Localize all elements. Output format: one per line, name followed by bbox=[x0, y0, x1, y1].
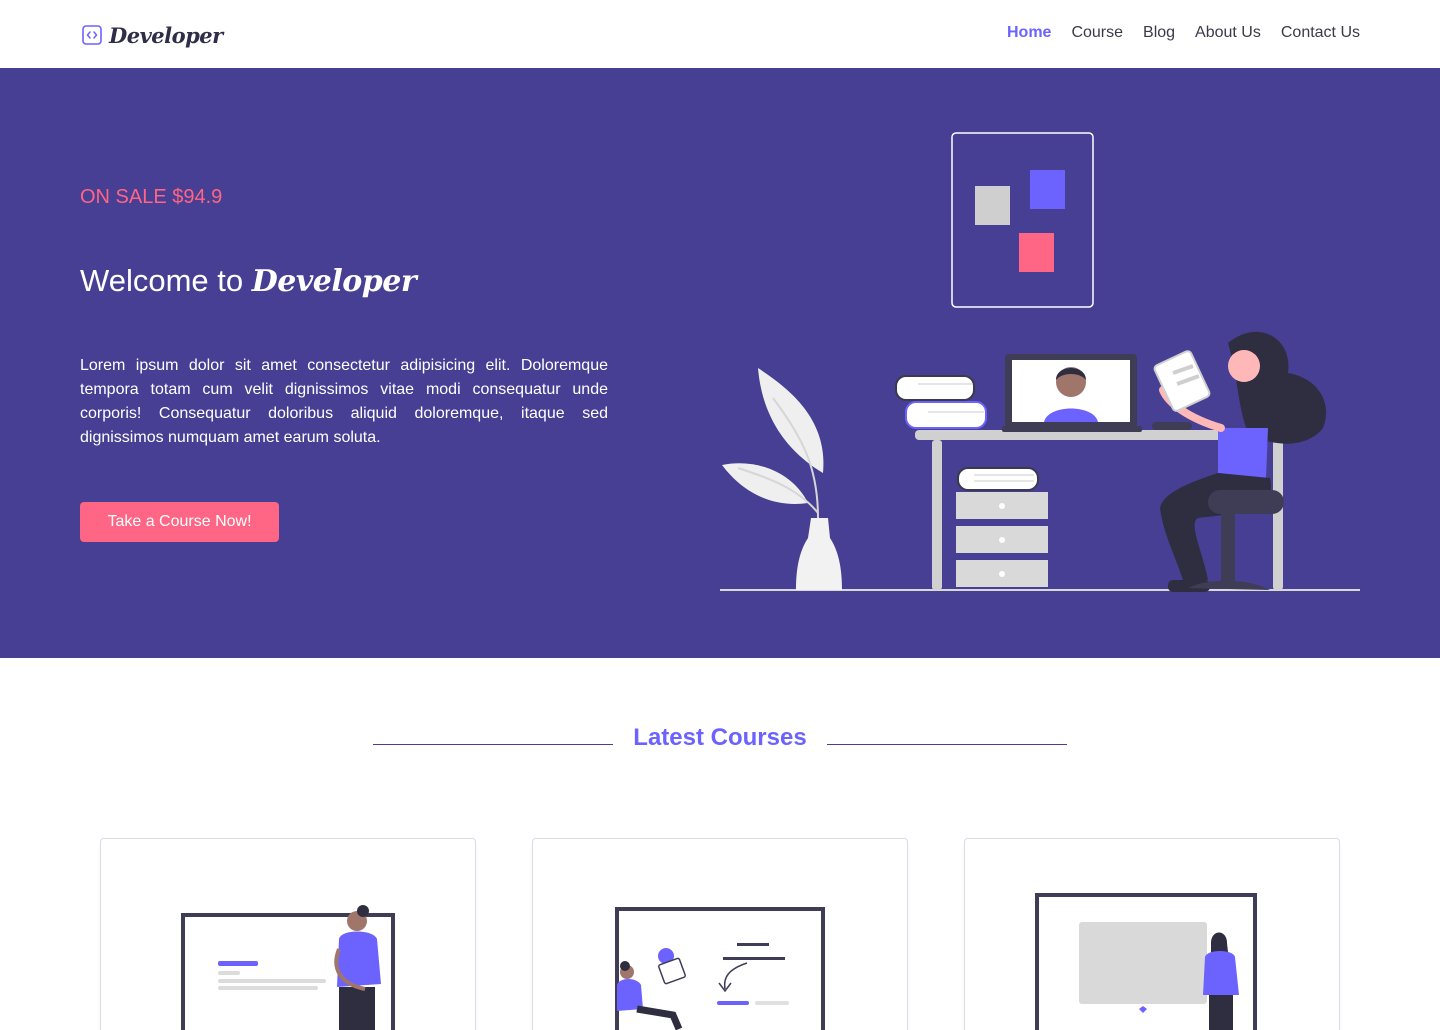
nav-link-about-us[interactable]: About Us bbox=[1195, 24, 1261, 42]
nav-link-course[interactable]: Course bbox=[1071, 24, 1123, 42]
course-card[interactable] bbox=[964, 838, 1340, 1030]
brand-name: Developer bbox=[109, 22, 223, 48]
hero-description: Lorem ipsum dolor sit amet consectetur a… bbox=[80, 357, 608, 446]
brand-logo[interactable]: Developer bbox=[82, 20, 223, 50]
nav-link-contact-us[interactable]: Contact Us bbox=[1281, 24, 1360, 42]
sale-price: ON SALE $94.9 bbox=[80, 186, 223, 208]
top-navbar: Developer Home Course Blog About Us Cont… bbox=[0, 0, 1440, 68]
title-rule-right bbox=[827, 744, 1067, 745]
nav-link-blog[interactable]: Blog bbox=[1143, 24, 1175, 42]
course-card[interactable] bbox=[100, 838, 476, 1030]
course-illustration-meeting bbox=[1035, 893, 1257, 1030]
section-title: Latest Courses bbox=[633, 724, 807, 751]
course-illustration-presentation bbox=[181, 905, 395, 1030]
latest-courses-header: Latest Courses bbox=[0, 720, 1440, 760]
hero-illustration bbox=[720, 132, 1360, 592]
hero-heading-brand: Developer bbox=[251, 264, 417, 299]
hero-section: ON SALE $94.9 Welcome to Developer Lorem… bbox=[0, 68, 1440, 658]
hero-heading: Welcome to Developer bbox=[80, 263, 417, 299]
nav-links: Home Course Blog About Us Contact Us bbox=[1007, 24, 1360, 42]
nav-link-home[interactable]: Home bbox=[1007, 24, 1051, 42]
hero-heading-prefix: Welcome to bbox=[80, 263, 244, 298]
take-course-button[interactable]: Take a Course Now! bbox=[80, 502, 279, 542]
course-card[interactable] bbox=[532, 838, 908, 1030]
course-illustration-study bbox=[615, 907, 825, 1030]
code-icon bbox=[82, 25, 102, 45]
